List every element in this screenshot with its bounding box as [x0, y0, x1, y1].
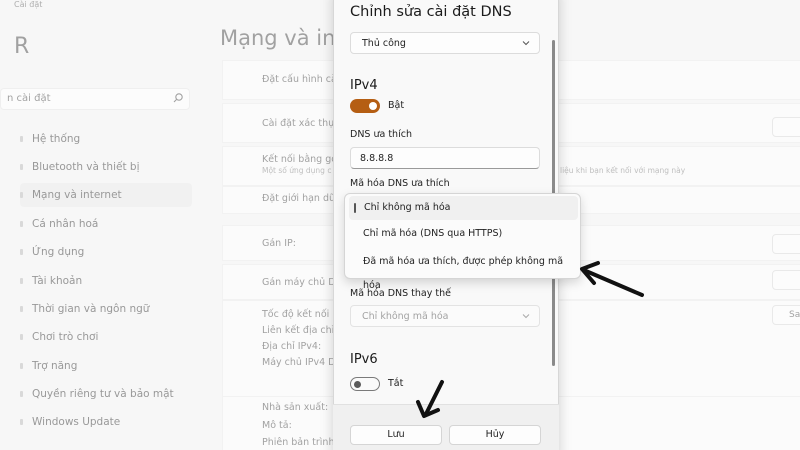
- dropdown-value: Thủ công: [362, 38, 406, 49]
- menu-item-label: Chỉ mã hóa (DNS qua HTTPS): [363, 228, 503, 239]
- annotation-arrow-icon: [580, 261, 644, 297]
- alternate-encryption-dropdown[interactable]: Chỉ không mã hóa: [350, 305, 540, 327]
- toggle-label: Bật: [388, 100, 405, 111]
- chevron-down-icon: [522, 41, 530, 46]
- ipv4-heading: IPv4: [350, 78, 378, 93]
- modal-overlay: [559, 0, 800, 450]
- menu-item-unencrypted-only[interactable]: Chỉ không mã hóa: [349, 196, 578, 220]
- ipv6-toggle[interactable]: [350, 377, 380, 391]
- menu-item-encrypted-preferred[interactable]: Đã mã hóa ưa thích, được phép không mã h…: [345, 250, 582, 291]
- save-button[interactable]: Lưu: [350, 425, 442, 445]
- encryption-dropdown-menu: Chỉ không mã hóa Chỉ mã hóa (DNS qua HTT…: [344, 193, 582, 291]
- field-label: Mã hóa DNS ưa thích: [350, 178, 450, 189]
- annotation-arrow-icon: [416, 380, 444, 418]
- chevron-down-icon: [522, 314, 530, 319]
- cancel-button[interactable]: Hủy: [449, 425, 541, 445]
- modal-overlay: [0, 0, 333, 450]
- ipv4-toggle[interactable]: [350, 99, 380, 113]
- toggle-label: Tắt: [388, 378, 404, 389]
- preferred-dns-input[interactable]: 8.8.8.8: [350, 147, 540, 169]
- menu-item-encrypted-only[interactable]: Chỉ mã hóa (DNS qua HTTPS): [345, 222, 582, 246]
- field-label: DNS ưa thích: [350, 129, 412, 140]
- dialog-title: Chỉnh sửa cài đặt DNS: [350, 4, 512, 20]
- dns-mode-dropdown[interactable]: Thủ công: [350, 32, 540, 54]
- menu-item-label: Chỉ không mã hóa: [364, 202, 451, 213]
- dropdown-value: Chỉ không mã hóa: [362, 311, 449, 322]
- ipv6-heading: IPv6: [350, 352, 378, 367]
